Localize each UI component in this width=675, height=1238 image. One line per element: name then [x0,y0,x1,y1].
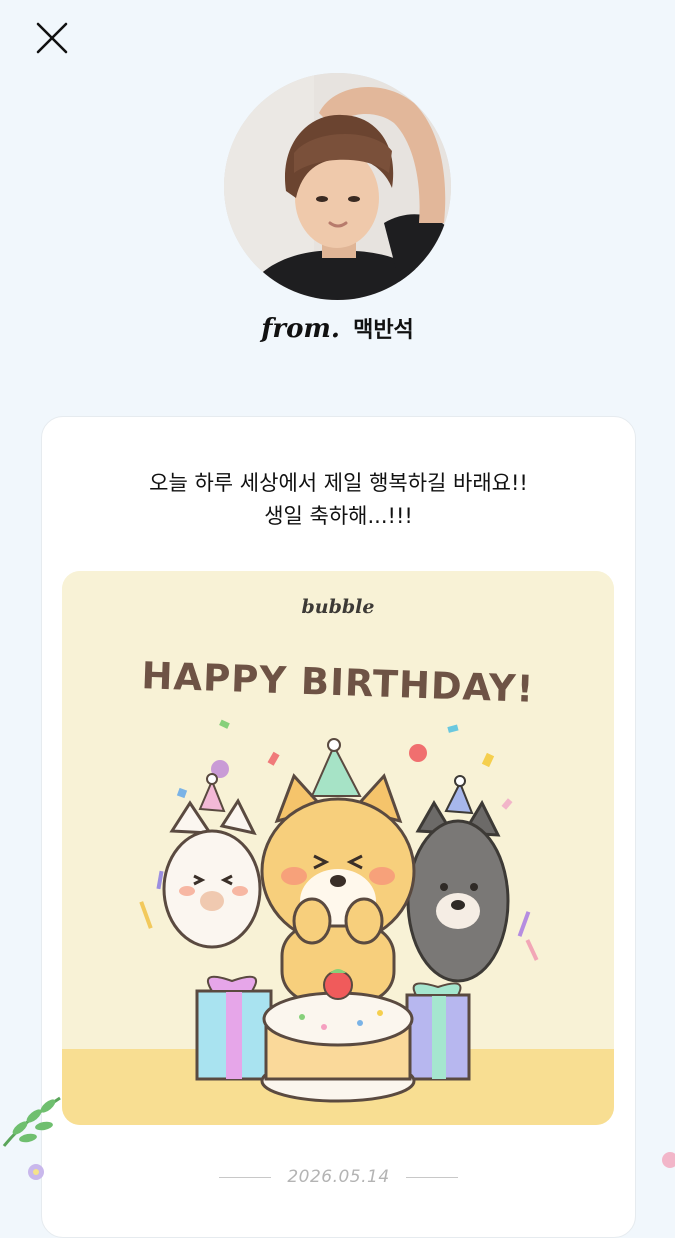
letter-date: 2026.05.14 [287,1167,390,1187]
birthday-illustration: bubble HAPPY BIRTHDAY! [62,571,614,1125]
close-button[interactable] [34,20,70,56]
sender-avatar[interactable] [224,73,451,300]
leaf-decoration-icon [2,1096,61,1180]
sender-line: from. 맥반석 [0,312,675,344]
message-line-2: 생일 축하해...!!! [264,504,413,528]
avatar-photo [224,73,451,300]
message-line-1: 오늘 하루 세상에서 제일 행복하길 바래요!! [149,471,528,495]
date-divider-right [405,1176,458,1178]
letter-card: 오늘 하루 세상에서 제일 행복하길 바래요!! 생일 축하해...!!! bu… [41,416,636,1238]
date-divider-left [219,1176,272,1178]
brand-logo: bubble [302,596,375,618]
letter-message: 오늘 하루 세상에서 제일 행복하길 바래요!! 생일 축하해...!!! [42,467,635,533]
sender-name: 맥반석 [353,318,414,343]
close-icon [36,22,68,54]
birthday-card-image: bubble HAPPY BIRTHDAY! [62,571,614,1125]
from-prefix: from. [261,314,340,344]
letter-date-row: 2026.05.14 [42,1167,635,1187]
flower-decoration-icon [662,1152,675,1168]
